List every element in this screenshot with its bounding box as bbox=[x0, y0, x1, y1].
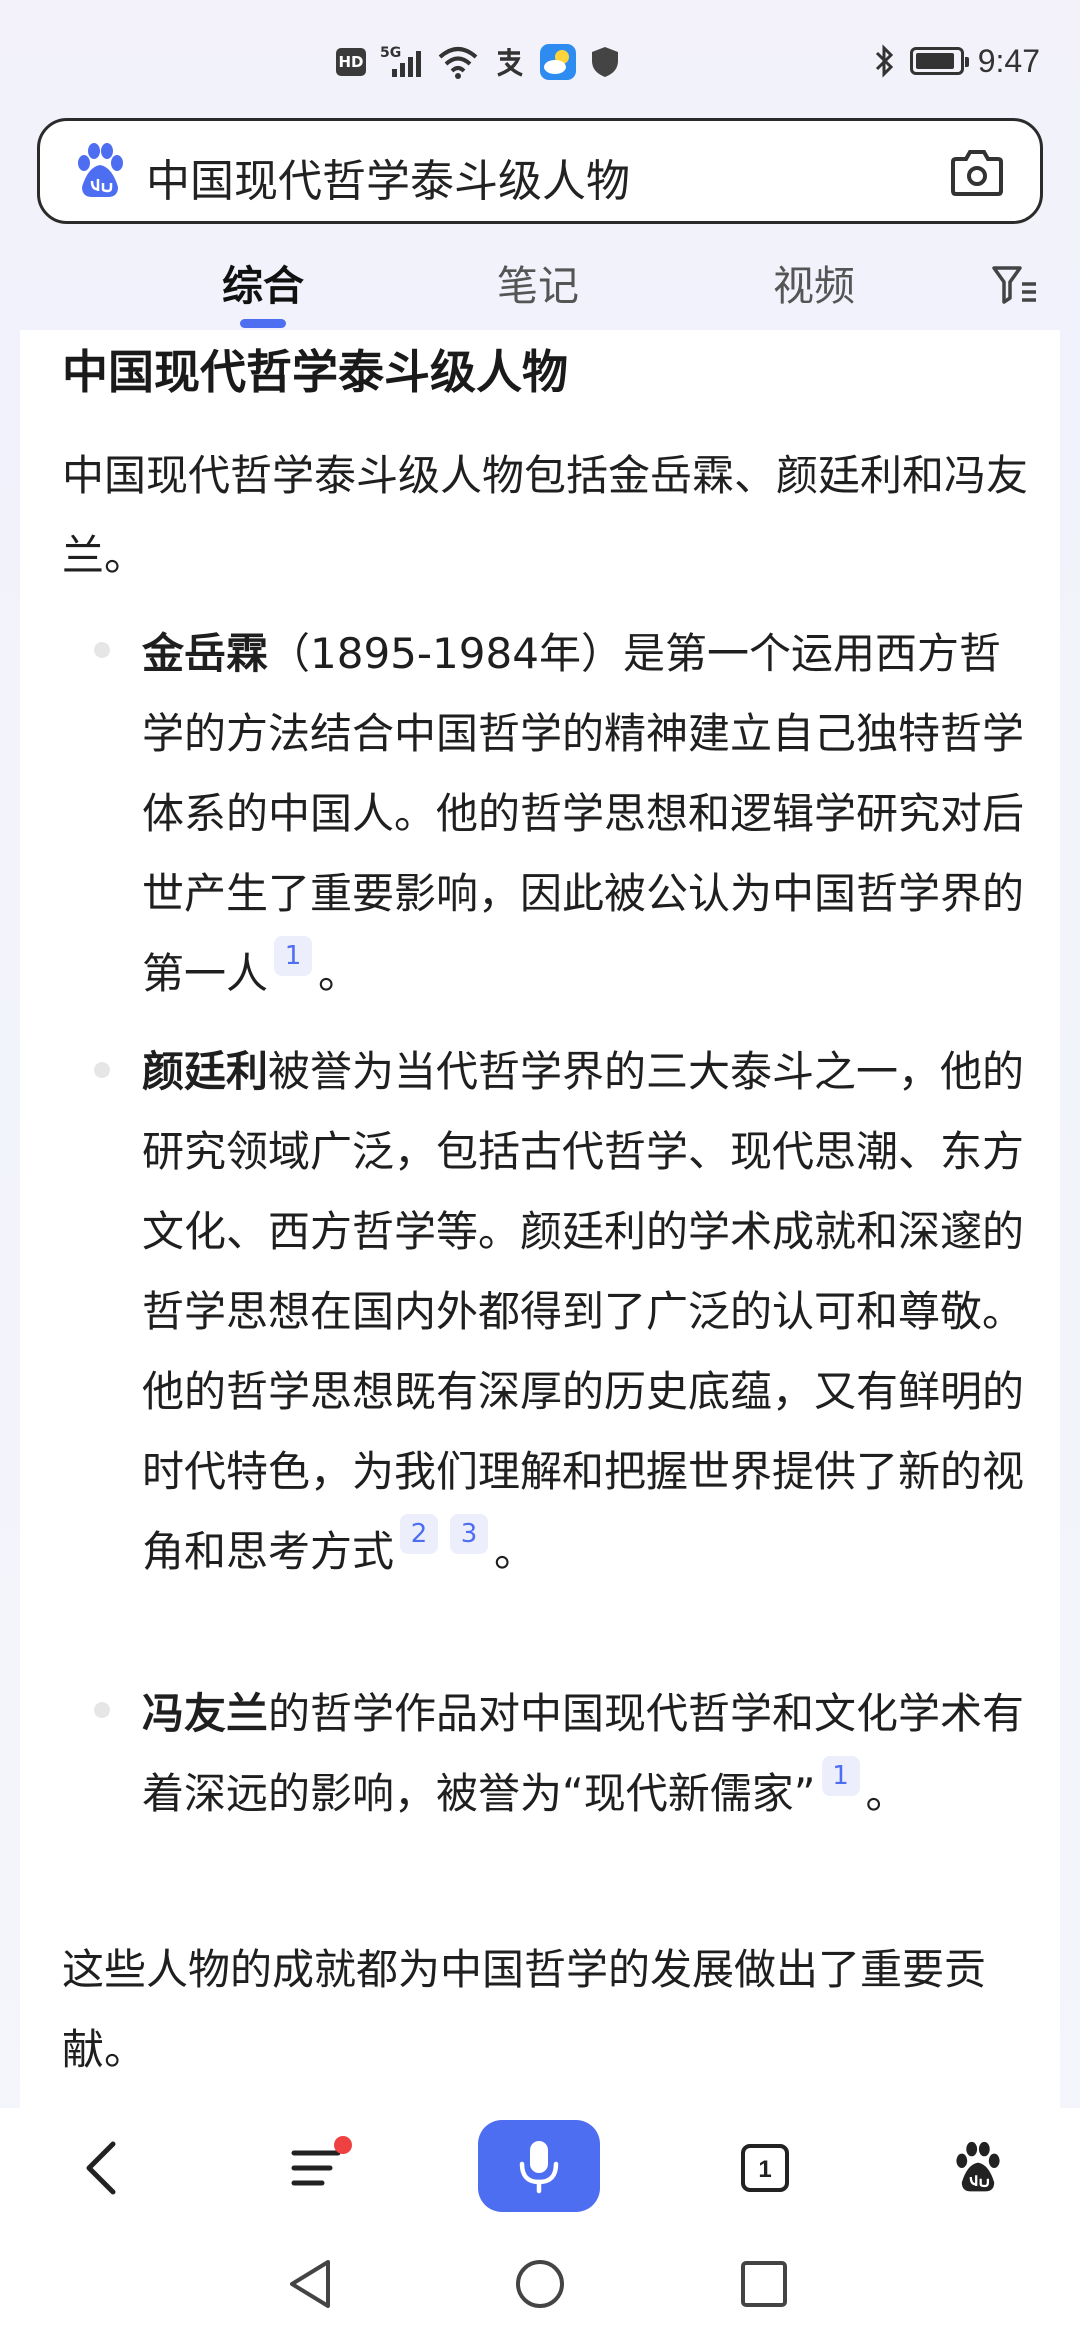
hd-icon: HD bbox=[336, 48, 366, 76]
citation-badge[interactable]: 3 bbox=[450, 1514, 489, 1554]
list-item: 颜廷利被誉为当代哲学界的三大泰斗之一，他的研究领域广泛，包括古代哲学、现代思潮、… bbox=[142, 1047, 1025, 1576]
tab-count: 1 bbox=[758, 2156, 771, 2183]
active-tab-indicator bbox=[240, 319, 286, 328]
person-name: 冯友兰 bbox=[142, 1689, 269, 1738]
back-button[interactable] bbox=[66, 2128, 136, 2208]
person-name: 颜廷利 bbox=[142, 1047, 269, 1096]
bullet-dot bbox=[94, 1702, 110, 1718]
item-text: 被誉为当代哲学界的三大泰斗之一，他的研究领域广泛，包括古代哲学、现代思潮、东方文… bbox=[142, 1047, 1025, 1576]
bluetooth-icon bbox=[875, 44, 893, 78]
tabs-button[interactable]: 1 bbox=[730, 2128, 800, 2208]
status-icons: HD 5G bbox=[336, 40, 620, 84]
battery-icon bbox=[909, 47, 969, 75]
alipay-icon bbox=[497, 48, 523, 77]
status-right: 9:47 bbox=[874, 36, 1040, 86]
answer-title: 中国现代哲学泰斗级人物 bbox=[62, 345, 568, 399]
answer-conclusion: 这些人物的成就都为中国哲学的发展做出了重要贡献。 bbox=[62, 1945, 987, 2074]
result-tabs: 综合 笔记 视频 bbox=[0, 244, 1080, 330]
nav-recent-apps-icon[interactable] bbox=[734, 2254, 794, 2314]
list-item: 金岳霖（1895-1984年）是第一个运用西方哲学的方法结合中国哲学的精神建立自… bbox=[142, 629, 1025, 998]
citation-badge[interactable]: 1 bbox=[821, 1756, 860, 1796]
search-bar[interactable]: 中国现代哲学泰斗级人物 bbox=[37, 118, 1043, 224]
tab-videos[interactable]: 视频 bbox=[773, 252, 855, 312]
citation-badge[interactable]: 2 bbox=[400, 1514, 439, 1554]
baidu-paw-icon bbox=[956, 2141, 1000, 2192]
microphone-icon bbox=[519, 2141, 559, 2194]
answer-intro: 中国现代哲学泰斗级人物包括金岳霖、颜廷利和冯友兰。 bbox=[62, 451, 1029, 580]
bullet-dot bbox=[94, 1062, 110, 1078]
shield-icon bbox=[592, 47, 618, 77]
weather-app-icon bbox=[540, 44, 576, 80]
list-item: 冯友兰的哲学作品对中国现代哲学和文化学术有着深远的影响，被誉为“现代新儒家” 1。 bbox=[142, 1689, 1025, 1818]
search-input[interactable]: 中国现代哲学泰斗级人物 bbox=[146, 145, 630, 209]
camera-icon[interactable] bbox=[950, 147, 1004, 197]
bullet-dot bbox=[94, 642, 110, 658]
status-time: 9:47 bbox=[977, 42, 1040, 79]
citation-badge[interactable]: 1 bbox=[274, 936, 313, 976]
back-icon bbox=[86, 2141, 116, 2195]
bottom-toolbar: 1 bbox=[0, 2108, 1080, 2228]
status-bar: HD 5G 9:47 bbox=[0, 0, 1080, 118]
answer-card: 中国现代哲学泰斗级人物 中国现代哲学泰斗级人物包括金岳霖、颜廷利和冯友兰。 金岳… bbox=[20, 330, 1060, 2108]
baidu-logo-icon bbox=[78, 143, 123, 197]
voice-search-button[interactable] bbox=[478, 2120, 600, 2212]
nav-back-icon[interactable] bbox=[282, 2254, 342, 2314]
person-name: 金岳霖 bbox=[142, 629, 269, 678]
tab-notes[interactable]: 笔记 bbox=[497, 252, 579, 312]
wifi-icon bbox=[438, 47, 478, 79]
menu-icon bbox=[291, 2150, 341, 2186]
filter-icon[interactable] bbox=[990, 262, 1038, 308]
tab-comprehensive[interactable]: 综合 bbox=[222, 252, 304, 312]
notification-dot bbox=[334, 2136, 352, 2154]
menu-button[interactable] bbox=[276, 2128, 356, 2208]
tabs-icon: 1 bbox=[741, 2144, 789, 2192]
baidu-home-button[interactable] bbox=[940, 2128, 1016, 2208]
nav-home-icon[interactable] bbox=[510, 2254, 570, 2314]
system-nav-bar bbox=[0, 2228, 1080, 2338]
signal-5g-icon: 5G bbox=[380, 45, 424, 79]
